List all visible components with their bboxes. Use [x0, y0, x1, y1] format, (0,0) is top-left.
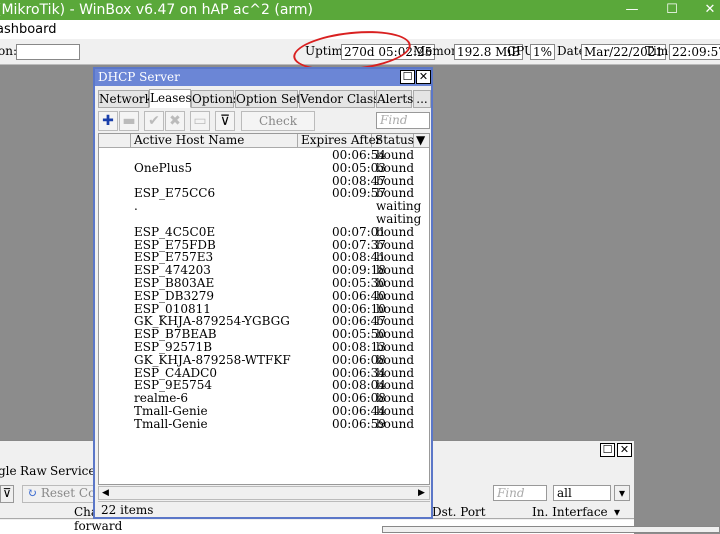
lease-status: bound — [376, 352, 415, 367]
add-icon[interactable]: ✚ — [98, 111, 118, 131]
table-row[interactable]: ESP_B803AE 00:05:30 bound — [99, 277, 429, 290]
dhcp-window-title: DHCP Server — [95, 69, 431, 86]
lease-host-name: ESP_E75CC6 — [134, 186, 216, 201]
horizontal-scrollbar[interactable]: ◀ ▶ — [98, 486, 430, 500]
table-row[interactable]: ESP_DB3279 00:06:40 bound — [99, 288, 429, 303]
app-title: (MikroTik) - WinBox v6.47 on hAP ac^2 (a… — [0, 2, 314, 18]
dhcp-toolbar: ✚ ▬ ✔ ✖ ▭ ⊽ Check Status Find — [98, 111, 430, 146]
leases-table-header: Active Host Name Expires After Status ▼ — [99, 134, 429, 148]
bg-filter-icon[interactable]: ⊽ — [0, 485, 14, 503]
workspace-background — [634, 438, 720, 533]
close-button[interactable]: ✕ — [690, 0, 720, 20]
table-row[interactable]: ESP_4C5C0E 00:07:01 bound — [99, 224, 429, 239]
table-row[interactable]: waiting — [99, 213, 429, 226]
lease-host-name: . — [134, 199, 138, 214]
lease-status: waiting — [376, 211, 422, 226]
dashboard-menu[interactable]: ashboard — [0, 20, 57, 39]
check-status-button[interactable]: Check Status — [241, 111, 315, 146]
lease-host-name: GK_KHJA-879258-WTFKF — [134, 352, 291, 367]
tab-more[interactable]: ... — [413, 90, 431, 108]
cpu-value: 1% — [530, 44, 556, 60]
lease-status: bound — [376, 148, 415, 162]
time-value: 22:09:57 — [669, 44, 720, 60]
leases-rows: 00:06:54 bound OnePlus5 00:05:03 bound 00:08:… — [99, 149, 429, 431]
bg-window-edge — [382, 526, 720, 533]
lease-status: bound — [376, 160, 415, 175]
enable-icon[interactable]: ✔ — [144, 111, 164, 131]
lease-host-name: OnePlus5 — [134, 160, 193, 175]
col-menu-icon[interactable]: ▼ — [414, 134, 429, 148]
lease-host-name: ESP_4C5C0E — [134, 224, 216, 239]
scroll-left-icon[interactable]: ◀ — [102, 487, 109, 499]
bg-find-input[interactable]: Find — [493, 485, 547, 501]
table-row[interactable]: Tmall-Genie 00:06:44 bound — [99, 405, 429, 418]
maximize-button[interactable]: ☐ — [652, 0, 692, 20]
dhcp-maximize-icon[interactable]: ☐ — [400, 70, 415, 84]
items-count: 22 items — [98, 501, 430, 517]
table-row[interactable]: OnePlus5 00:05:03 bound — [99, 160, 429, 175]
lease-status: bound — [376, 339, 415, 354]
lease-host-name: Tmall-Genie — [134, 403, 208, 418]
bg-row-chain: forward — [74, 519, 123, 533]
bg-close-icon[interactable]: ✕ — [617, 443, 632, 457]
col-status[interactable]: Status — [372, 134, 414, 148]
bg-dropdown-icon[interactable]: ▾ — [614, 485, 630, 501]
table-row[interactable]: GK_KHJA-879258-WTFKF 00:06:08 bound — [99, 352, 429, 367]
bg-col-in-interface: In. Interface — [532, 505, 608, 519]
find-input[interactable]: Find — [376, 112, 430, 129]
lease-status: bound — [376, 224, 415, 239]
table-row[interactable]: Tmall-Genie 00:06:59 bound — [99, 416, 429, 431]
session-label: on: — [0, 44, 17, 58]
col-blank — [99, 134, 131, 148]
col-active-host-name[interactable]: Active Host Name — [131, 134, 298, 148]
dhcp-server-window: DHCP Server ☐ ✕ Networks Leases Options … — [93, 67, 433, 519]
bg-tab-raw[interactable]: Raw — [20, 464, 47, 478]
dhcp-close-icon[interactable]: ✕ — [416, 70, 431, 84]
bg-col-menu-icon[interactable]: ▾ — [614, 505, 620, 519]
bg-maximize-icon[interactable]: ☐ — [600, 443, 615, 457]
comment-icon[interactable]: ▭ — [190, 111, 210, 131]
lease-host-name: ESP_B803AE — [134, 275, 215, 290]
tab-option-sets[interactable]: Option Sets — [235, 90, 307, 108]
session-field[interactable] — [16, 44, 80, 60]
filter-icon[interactable]: ⊽ — [215, 111, 235, 131]
leases-table: Active Host Name Expires After Status ▼ … — [98, 133, 430, 485]
app-titlebar: (MikroTik) - WinBox v6.47 on hAP ac^2 (a… — [0, 0, 720, 20]
lease-status: bound — [376, 288, 415, 303]
tab-alerts[interactable]: Alerts — [376, 90, 413, 108]
col-expires-after[interactable]: Expires After — [298, 134, 381, 148]
bg-tab-mangle[interactable]: gle — [0, 464, 17, 478]
tab-vendor-classes[interactable]: Vendor Classes — [299, 90, 393, 108]
minimize-button[interactable]: — — [612, 0, 652, 20]
bg-filter-select[interactable]: all — [553, 485, 611, 501]
lease-status: bound — [376, 275, 415, 290]
table-row[interactable]: ESP_92571B 00:08:13 bound — [99, 341, 429, 354]
tab-networks[interactable]: Networks — [98, 90, 158, 108]
tab-options[interactable]: Options — [191, 90, 239, 108]
lease-host-name: ESP_92571B — [134, 339, 213, 354]
lease-host-name: Tmall-Genie — [134, 416, 208, 431]
scroll-right-icon[interactable]: ▶ — [418, 487, 425, 499]
table-row[interactable]: 00:06:54 bound — [99, 149, 429, 162]
lease-status: bound — [376, 416, 415, 431]
tab-leases[interactable]: Leases — [149, 89, 192, 108]
lease-host-name: ESP_DB3279 — [134, 288, 215, 303]
lease-status: bound — [376, 403, 415, 418]
disable-icon[interactable]: ✖ — [165, 111, 185, 131]
bg-col-dst-port: Dst. Port — [432, 505, 486, 519]
remove-icon[interactable]: ▬ — [119, 111, 139, 131]
